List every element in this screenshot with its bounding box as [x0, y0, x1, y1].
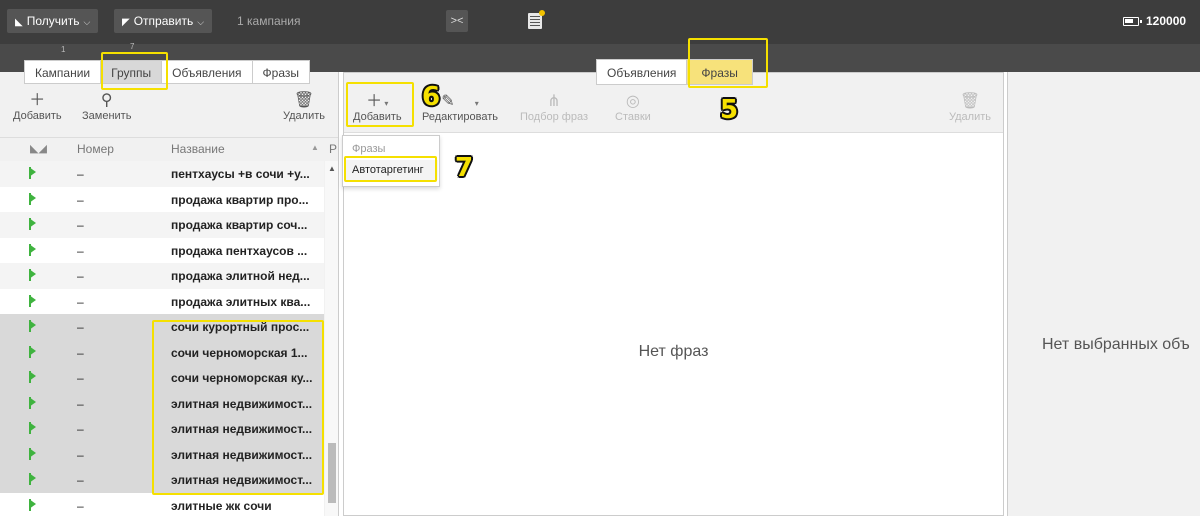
status-flag-icon [29, 345, 37, 358]
campaign-count: 1 кампания [237, 14, 301, 28]
phrases-panel: ＋ ▾ Добавить ✎ ▾ Редактировать ⋔ Подбор ф… [343, 72, 1004, 516]
status-flag-icon [29, 447, 37, 460]
groups-list-header: ◣◢ Номер Название ▲ Р [0, 137, 338, 161]
status-flag-icon [29, 320, 37, 332]
sort-asc-icon: ▲ [311, 143, 319, 152]
campaign-counter: 1 [61, 45, 66, 54]
plus-icon: ＋ ▾ [366, 93, 389, 110]
collapse-arrows-icon: >< [450, 15, 464, 27]
status-flag-icon [29, 473, 37, 485]
table-row[interactable]: – продажа квартир соч... [0, 212, 324, 238]
groups-list: – пентхаусы +в сочи +у... – продажа кварти… [0, 161, 324, 516]
add-dropdown-menu: Фразы Автотаргетинг [342, 135, 440, 187]
table-row[interactable]: – элитные жк сочи [0, 492, 324, 516]
balance-icon [1123, 17, 1142, 26]
status-flag-icon [29, 396, 37, 409]
table-row[interactable]: – продажа квартир про... [0, 186, 324, 212]
collapse-panels-button[interactable]: >< [446, 10, 468, 32]
chevron-down-icon: ⌵ [83, 17, 91, 27]
table-row-selected[interactable]: – сочи черноморская 1... [0, 339, 324, 365]
top-toolbar: ◣ Получить ⌵ ◤ Отправить ⌵ 1 кампания >< 120… [0, 0, 1200, 44]
network-icon: ⋔ [547, 93, 561, 110]
details-panel: Нет выбранных объ [1007, 72, 1200, 516]
dropdown-item-phrases[interactable]: Фразы [352, 143, 385, 155]
scroll-up-icon[interactable]: ▲ [328, 164, 336, 173]
table-row-selected[interactable]: – сочи черноморская ку... [0, 365, 324, 391]
delete-group-button[interactable]: 🗑 Удалить [283, 92, 325, 122]
tab-campaigns[interactable]: Кампании [24, 60, 102, 84]
trash-icon: 🗑 [293, 92, 315, 109]
get-button[interactable]: ◣ Получить ⌵ [7, 9, 99, 33]
pick-phrases-button[interactable]: ⋔ Подбор фраз [520, 93, 588, 123]
annotation-number-5: 5 [720, 95, 739, 125]
download-arrow-icon: ◣ [15, 17, 23, 28]
chevron-down-icon: ⌵ [197, 17, 205, 27]
annotation-number-7: 7 [455, 153, 474, 183]
table-row-selected[interactable]: – элитная недвижимост... [0, 441, 324, 467]
table-row-selected[interactable]: – элитная недвижимост... [0, 390, 324, 416]
status-flag-icon [29, 498, 37, 511]
status-flag-icon [29, 422, 37, 434]
tab-ads-mid[interactable]: Объявления [596, 59, 688, 85]
middle-tabs: Объявления Фразы [596, 59, 753, 85]
status-flag-icon [29, 218, 37, 230]
table-row[interactable]: – продажа элитной нед... [0, 263, 324, 289]
table-row-selected[interactable]: – элитная недвижимост... [0, 467, 324, 493]
table-row-selected[interactable]: – элитная недвижимост... [0, 416, 324, 442]
add-group-button[interactable]: ＋ Добавить [13, 92, 62, 122]
plus-icon: ＋ [29, 92, 46, 109]
table-row-selected[interactable]: – сочи курортный прос... [0, 314, 324, 340]
table-row[interactable]: – пентхаусы +в сочи +у... [0, 161, 324, 187]
status-flag-icon [29, 269, 37, 281]
status-flag-icon [29, 371, 37, 383]
groups-panel: ＋ Добавить ⚲ Заменить 🗑 Удалить ◣◢ Номер… [0, 72, 339, 516]
delete-phrase-button[interactable]: 🗑 Удалить [949, 93, 991, 123]
tab-groups[interactable]: Группы [101, 60, 163, 84]
coins-icon: ◎ [625, 93, 640, 110]
table-row[interactable]: – продажа элитных ква... [0, 288, 324, 314]
status-flag-icon [29, 294, 37, 307]
notification-dot [539, 10, 545, 16]
tab-ads[interactable]: Объявления [162, 60, 253, 84]
upload-arrow-icon: ◤ [122, 17, 130, 28]
empty-phrases-message: Нет фраз [638, 343, 709, 360]
bids-button[interactable]: ◎ Ставки [615, 93, 651, 123]
replace-button[interactable]: ⚲ Заменить [82, 92, 131, 122]
group-counter: 7 [130, 42, 135, 51]
dropdown-item-autotargeting[interactable]: Автотаргетинг [344, 160, 438, 180]
account-balance: 120000 [1146, 14, 1187, 28]
scroll-thumb[interactable] [328, 443, 336, 503]
send-button[interactable]: ◤ Отправить ⌵ [114, 9, 213, 33]
groups-scrollbar[interactable]: ▲ [325, 161, 338, 516]
table-row[interactable]: – продажа пентхаусов ... [0, 237, 324, 263]
status-flag-icon [29, 243, 37, 256]
search-icon: ⚲ [100, 92, 113, 109]
tab-phrases-mid[interactable]: Фразы [687, 59, 753, 85]
column-number[interactable]: Номер [77, 142, 114, 156]
left-tabs: Кампании Группы Объявления Фразы [24, 60, 310, 86]
add-phrase-button[interactable]: ＋ ▾ Добавить [353, 93, 402, 123]
notifications-icon[interactable] [528, 10, 545, 29]
trash-icon: 🗑 [959, 93, 981, 110]
status-flag-icon [29, 192, 37, 205]
groups-toolbar: ＋ Добавить ⚲ Заменить 🗑 Удалить [0, 92, 338, 140]
tab-phrases[interactable]: Фразы [252, 60, 310, 84]
empty-selection-message: Нет выбранных объ [1042, 336, 1190, 353]
status-sort-icon[interactable]: ◣◢ [30, 142, 47, 155]
column-name[interactable]: Название [171, 142, 225, 156]
column-r[interactable]: Р [329, 142, 337, 156]
annotation-number-6: 6 [422, 82, 441, 112]
status-flag-icon [29, 167, 37, 179]
